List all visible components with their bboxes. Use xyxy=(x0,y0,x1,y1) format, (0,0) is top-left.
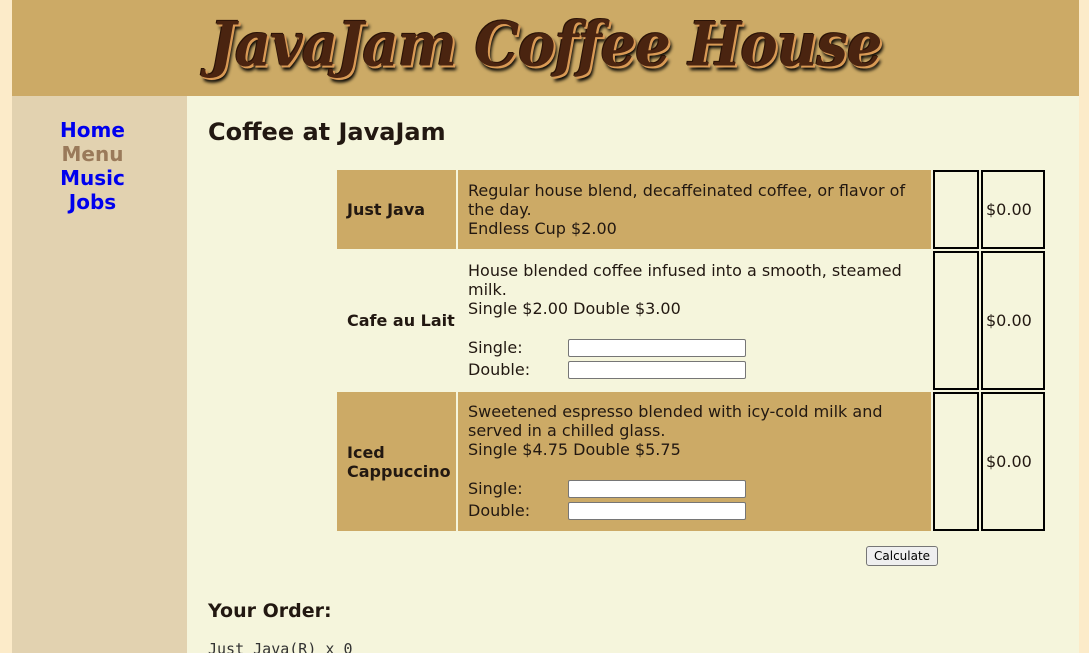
nav-item-menu: Menu xyxy=(12,142,173,166)
page-wrapper: JavaJam Coffee House Home Menu Music Job… xyxy=(12,0,1079,653)
nav-item-home: Home xyxy=(12,118,173,142)
subtotal-cell: $0.00 xyxy=(981,170,1045,249)
single-label: Single: xyxy=(468,479,523,498)
logo: JavaJam Coffee House xyxy=(209,9,882,81)
item-name: Just Java xyxy=(337,170,456,249)
nav-link-home[interactable]: Home xyxy=(60,118,125,142)
pricing-text: Single $4.75 Double $5.75 xyxy=(468,439,681,459)
double-row: Double: xyxy=(468,359,921,381)
order-heading: Your Order: xyxy=(208,600,332,622)
single-row: Single: xyxy=(468,478,921,500)
double-label: Double: xyxy=(468,360,531,379)
single-row: Single: xyxy=(468,337,921,359)
sidebar-nav: Home Menu Music Jobs xyxy=(12,96,187,653)
page-title: Coffee at JavaJam xyxy=(208,118,446,146)
item-description: Sweetened espresso blended with icy-cold… xyxy=(458,392,931,531)
single-label: Single: xyxy=(468,338,523,357)
pricing-text: Single $2.00 Double $3.00 xyxy=(468,298,681,318)
menu-table: Just Java Regular house blend, decaffein… xyxy=(335,168,1047,533)
site-header: JavaJam Coffee House xyxy=(12,0,1079,96)
nav-list: Home Menu Music Jobs xyxy=(12,118,173,214)
item-description: House blended coffee infused into a smoo… xyxy=(458,251,931,390)
double-row: Double: xyxy=(468,500,921,522)
double-quantity-input[interactable] xyxy=(568,360,746,379)
double-quantity-input[interactable] xyxy=(568,501,746,520)
menu-row-cafe-au-lait: Cafe au Lait House blended coffee infuse… xyxy=(337,251,1045,390)
order-line: Just Java(R) x 0 xyxy=(208,640,353,653)
item-name: Iced Cappuccino xyxy=(337,392,456,531)
menu-row-just-java: Just Java Regular house blend, decaffein… xyxy=(337,170,1045,249)
nav-item-jobs: Jobs xyxy=(12,190,173,214)
subtotal-cell: $0.00 xyxy=(981,251,1045,390)
single-quantity-input[interactable] xyxy=(568,479,746,498)
nav-current-menu: Menu xyxy=(61,142,124,166)
main-content: Coffee at JavaJam Just Java Regular hous… xyxy=(187,96,1079,653)
quantity-cell xyxy=(933,392,979,531)
subtotal-cell: $0.00 xyxy=(981,392,1045,531)
quantity-cell xyxy=(933,170,979,249)
nav-link-music[interactable]: Music xyxy=(60,166,125,190)
description-text: Regular house blend, decaffeinated coffe… xyxy=(468,181,906,219)
quantity-cell xyxy=(933,251,979,390)
description-text: Sweetened espresso blended with icy-cold… xyxy=(468,401,883,440)
menu-row-iced-cappuccino: Iced Cappuccino Sweetened espresso blend… xyxy=(337,392,1045,531)
calculate-button[interactable]: Calculate xyxy=(866,546,939,566)
description-text: House blended coffee infused into a smoo… xyxy=(468,260,902,299)
pricing-text: Endless Cup $2.00 xyxy=(468,219,617,238)
item-description: Regular house blend, decaffeinated coffe… xyxy=(458,170,931,249)
nav-link-jobs[interactable]: Jobs xyxy=(69,190,116,214)
item-name: Cafe au Lait xyxy=(347,311,455,330)
double-label: Double: xyxy=(468,501,531,520)
nav-item-music: Music xyxy=(12,166,173,190)
single-quantity-input[interactable] xyxy=(568,338,746,357)
